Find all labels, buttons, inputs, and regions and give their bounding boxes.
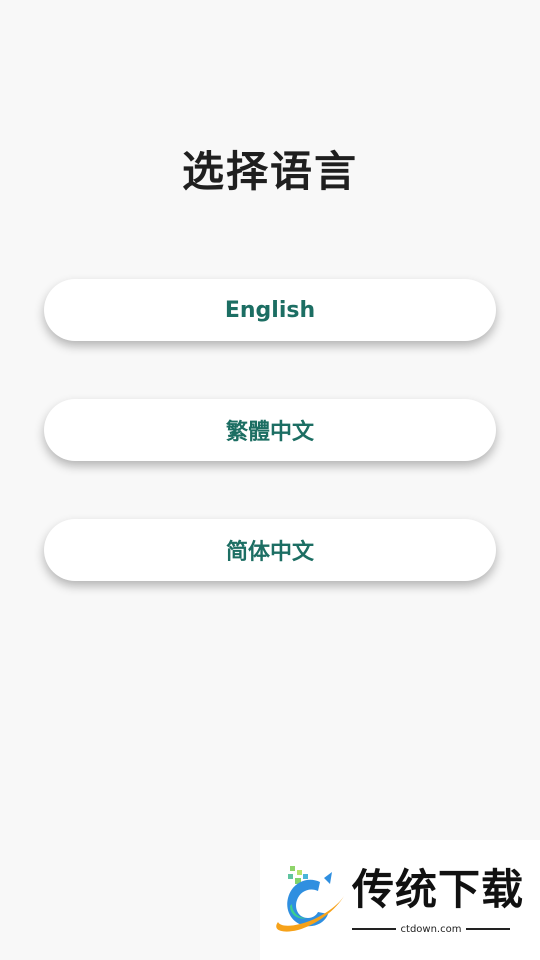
language-button-english[interactable]: English — [44, 279, 496, 341]
watermark: 传统下载 ctdown.com — [260, 840, 540, 960]
language-label-traditional-chinese: 繁體中文 — [225, 420, 314, 445]
divider — [466, 928, 510, 930]
divider — [352, 928, 396, 930]
watermark-brand: 传统下载 — [352, 865, 525, 914]
language-label-english: English — [224, 297, 316, 323]
ctdown-logo-icon — [276, 866, 344, 932]
language-button-simplified-chinese[interactable]: 简体中文 — [44, 519, 496, 581]
watermark-url-row: ctdown.com — [352, 922, 510, 936]
language-label-simplified-chinese: 简体中文 — [225, 540, 314, 565]
watermark-url: ctdown.com — [400, 923, 462, 935]
language-button-traditional-chinese[interactable]: 繁體中文 — [44, 399, 496, 461]
page-title: 选择语言 — [181, 147, 358, 196]
